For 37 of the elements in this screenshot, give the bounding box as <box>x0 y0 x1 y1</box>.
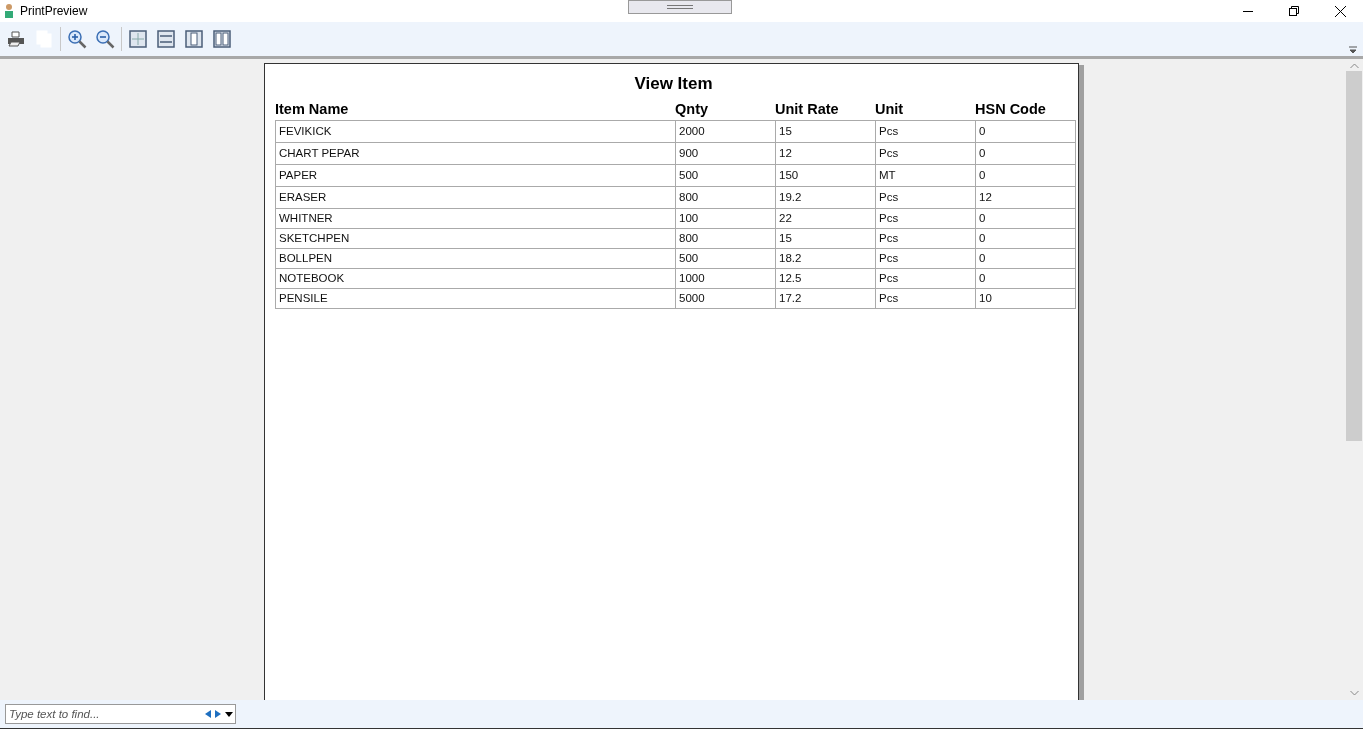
toolbar-button[interactable] <box>126 27 150 51</box>
restore-icon <box>1289 6 1299 16</box>
two-pages-icon <box>213 30 231 48</box>
right-arrow-icon <box>215 710 221 718</box>
app-icon <box>4 3 14 19</box>
table-cell: 10 <box>975 288 1076 309</box>
find-field[interactable]: Type text to find... <box>5 704 236 724</box>
left-arrow-icon <box>205 710 211 718</box>
table-cell: 0 <box>975 120 1076 143</box>
overflow-icon[interactable] <box>1349 46 1357 54</box>
find-input[interactable]: Type text to find... <box>6 708 203 720</box>
toolbar-button[interactable] <box>93 27 117 51</box>
column-header: Item Name <box>275 100 350 119</box>
fit-width-icon <box>157 30 175 48</box>
previous-button[interactable] <box>203 707 213 721</box>
next-button[interactable] <box>213 707 223 721</box>
scroll-thumb[interactable] <box>1346 71 1362 441</box>
close-icon <box>1334 5 1346 17</box>
toolbar-button[interactable] <box>65 27 89 51</box>
column-header: Unit <box>875 100 905 119</box>
fit-page-icon <box>129 30 147 48</box>
table-cell: PENSILE <box>275 288 676 309</box>
zoom-in-icon <box>67 29 87 49</box>
report-title: View Item <box>633 74 714 95</box>
printer-icon <box>7 31 25 47</box>
caret-icon <box>225 711 233 717</box>
column-header: HSN Code <box>975 100 1047 119</box>
one-page-icon <box>185 30 203 48</box>
table-cell: FEVIKICK <box>275 120 676 143</box>
toolbar-button[interactable] <box>210 27 234 51</box>
column-header: Qnty <box>675 100 710 119</box>
zoom-out-icon <box>95 29 115 49</box>
toolbar-button[interactable] <box>182 27 206 51</box>
column-header: Unit Rate <box>775 100 840 119</box>
window-title: PrintPreview <box>20 4 88 18</box>
drag-handle[interactable] <box>628 0 732 14</box>
toolbar-button[interactable] <box>154 27 178 51</box>
